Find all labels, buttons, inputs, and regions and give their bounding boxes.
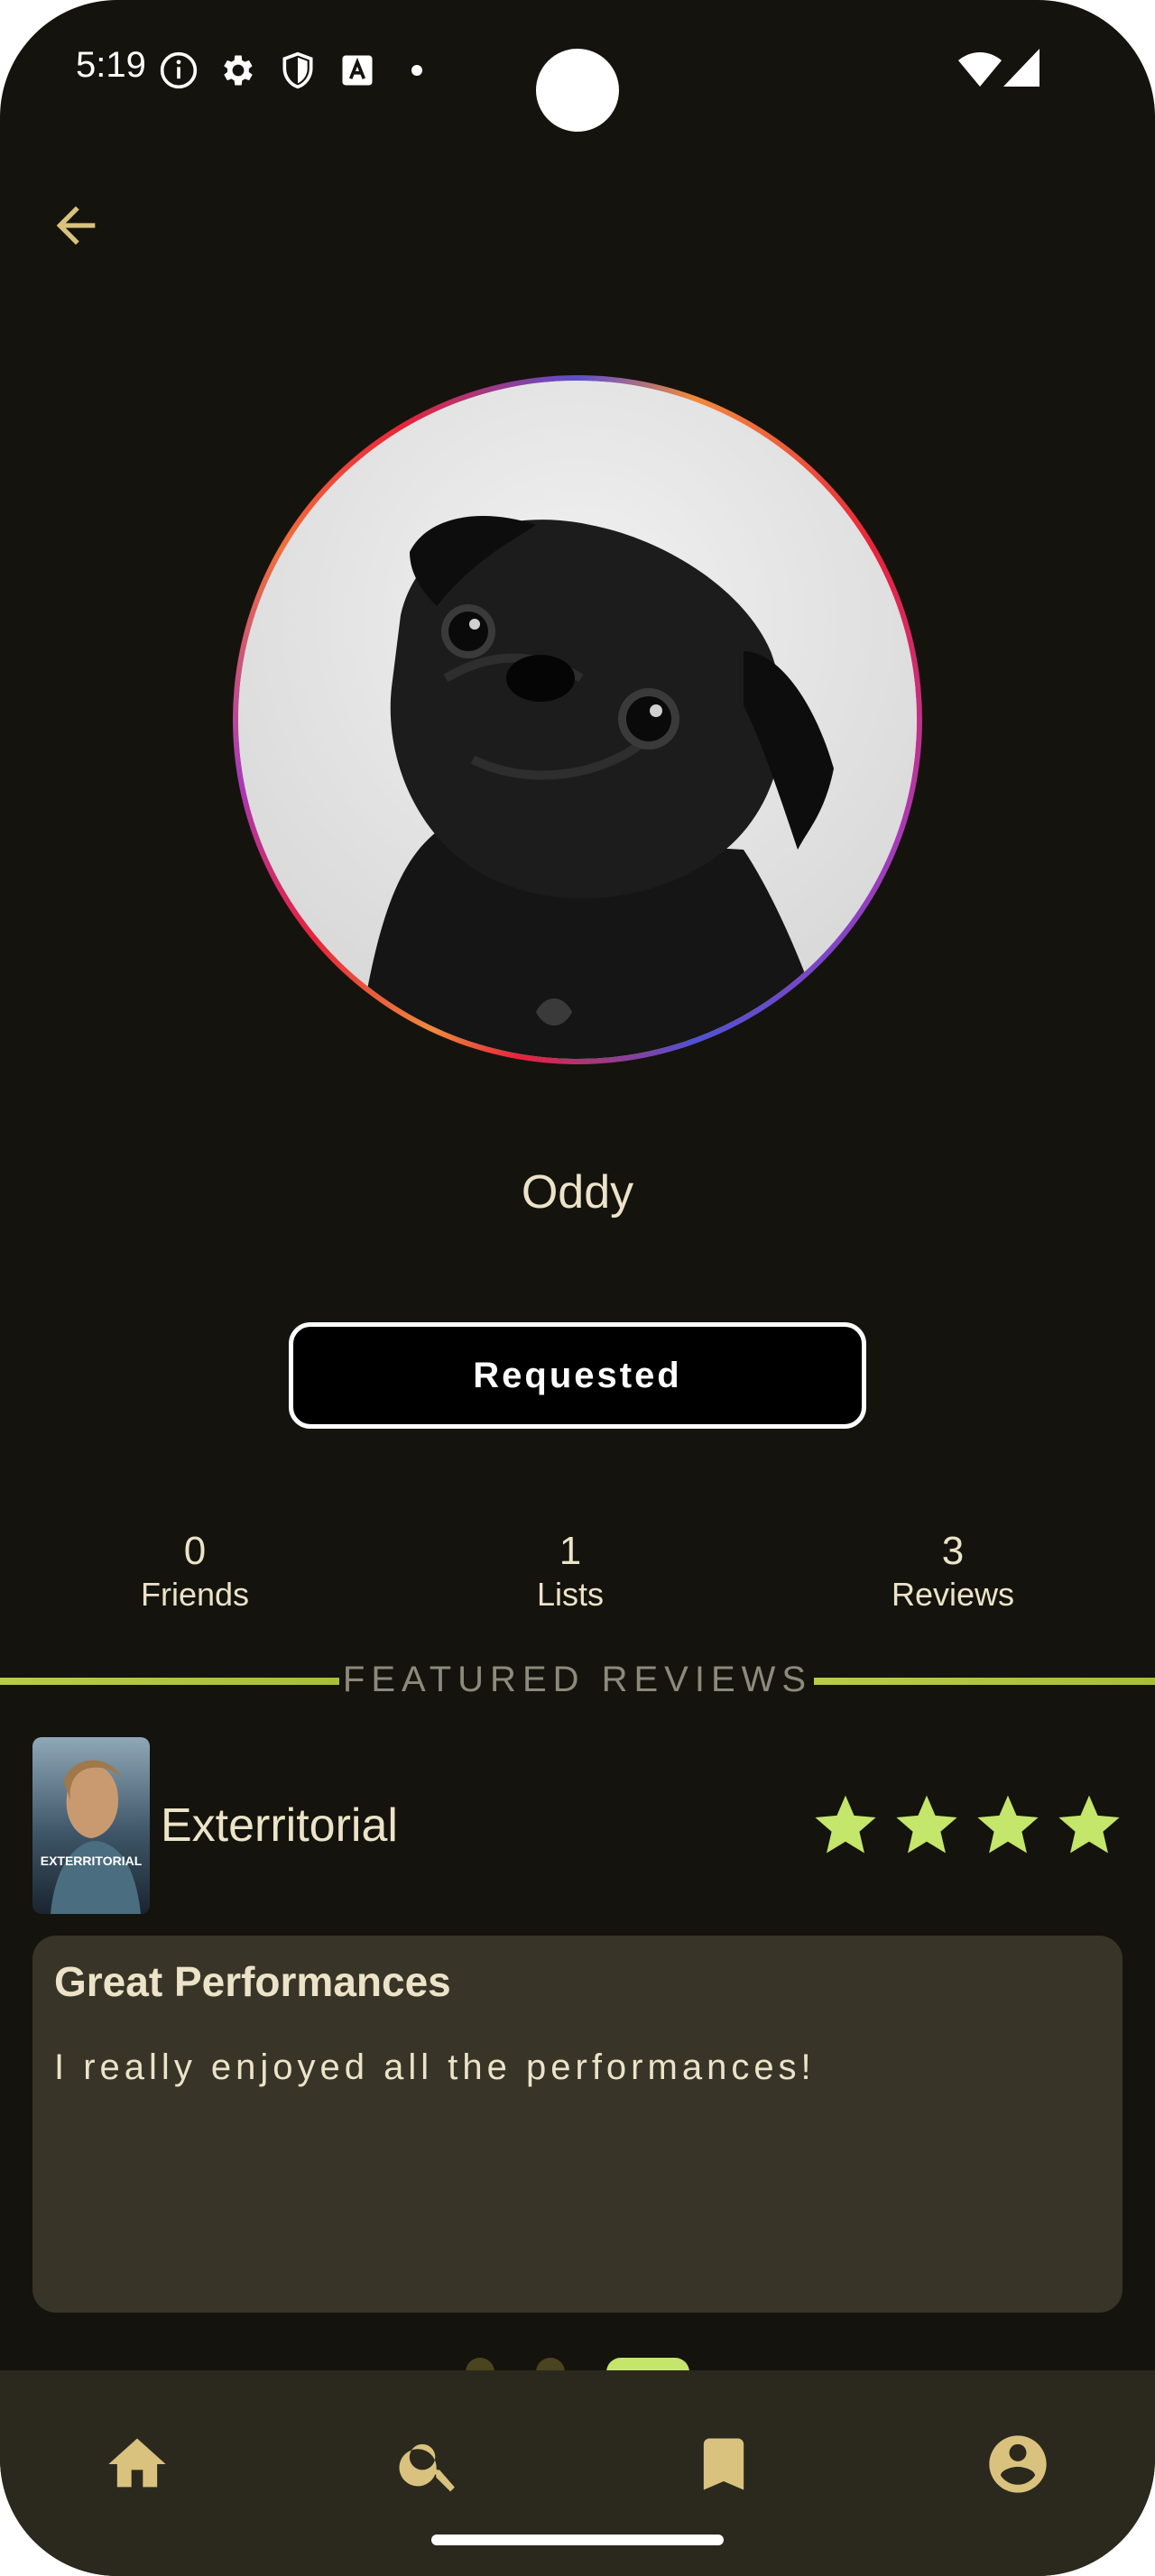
stat-lists[interactable]: 1 Lists <box>435 1528 706 1615</box>
stat-friends[interactable]: 0 Friends <box>60 1528 330 1615</box>
home-icon <box>108 2438 166 2488</box>
stat-label: Friends <box>140 1576 250 1613</box>
nav-search[interactable] <box>395 2430 464 2498</box>
review-card[interactable]: Great Performances I really enjoyed all … <box>32 1936 1123 2313</box>
app-screen: 5:19 Oddy Requested 0 Friends 1 Lists 3 … <box>0 0 1155 2576</box>
info-icon <box>159 51 199 95</box>
back-button[interactable] <box>47 197 105 254</box>
stat-count: 0 <box>183 1529 207 1573</box>
shield-icon <box>278 51 318 95</box>
avatar <box>238 381 917 1059</box>
gesture-home-indicator[interactable] <box>431 2535 724 2545</box>
movie-poster[interactable]: EXTERRITORIAL <box>32 1737 150 1914</box>
camera-cutout <box>536 49 619 132</box>
stat-reviews[interactable]: 3 Reviews <box>818 1528 1088 1615</box>
poster-title-text: EXTERRITORIAL <box>41 1854 143 1868</box>
review-title: Great Performances <box>54 1958 451 2005</box>
profile-username: Oddy <box>521 1166 634 1219</box>
bookmark-icon <box>703 2438 744 2490</box>
nav-home[interactable] <box>103 2430 171 2498</box>
status-time: 5:19 <box>76 45 146 85</box>
friend-request-button[interactable]: Requested <box>289 1322 866 1429</box>
account-icon <box>989 2435 1047 2493</box>
arrow-back-icon <box>56 206 96 245</box>
stat-count: 3 <box>941 1529 965 1573</box>
stat-count: 1 <box>559 1529 582 1573</box>
nav-watchlist[interactable] <box>689 2430 758 2498</box>
settings-gear-icon <box>218 51 258 95</box>
featured-reviews-heading: FEATURED REVIEWS <box>342 1660 813 1699</box>
star-icon <box>1058 1795 1120 1854</box>
search-icon <box>399 2443 455 2492</box>
stat-label: Reviews <box>891 1576 1015 1613</box>
stat-label: Lists <box>536 1576 605 1613</box>
cellular-signal-icon <box>1003 49 1040 91</box>
font-a-icon <box>337 51 377 95</box>
star-icon <box>977 1795 1039 1854</box>
status-bar: 5:19 <box>0 0 1155 135</box>
star-icon <box>896 1795 957 1854</box>
review-body: I really enjoyed all the performances! <box>54 2047 816 2087</box>
star-rating <box>812 1791 1123 1858</box>
notification-dot-icon <box>408 61 426 84</box>
wifi-icon <box>958 49 1002 93</box>
review-movie-title[interactable]: Exterritorial <box>161 1799 398 1853</box>
nav-profile[interactable] <box>984 2430 1052 2498</box>
star-icon <box>815 1795 876 1854</box>
